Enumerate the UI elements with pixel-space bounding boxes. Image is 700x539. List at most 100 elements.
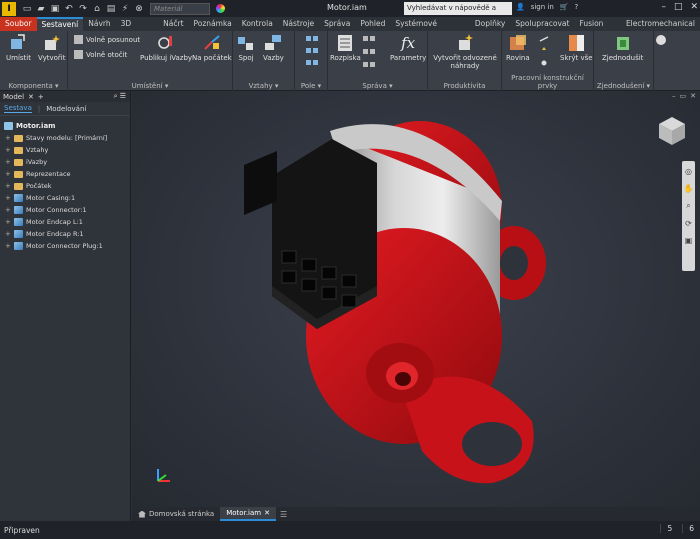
parametry-button[interactable]: fx Parametry [390, 34, 426, 62]
expand-icon[interactable]: + [5, 194, 11, 202]
help-icon[interactable]: ? [575, 3, 579, 11]
expand-icon[interactable]: + [5, 218, 11, 226]
maximize-icon[interactable]: □ [674, 2, 683, 12]
tree-root[interactable]: Motor.iam [0, 120, 130, 132]
new-file-icon[interactable]: ▭ [22, 4, 32, 14]
tree-item-motor-connector-plug[interactable]: + Motor Connector Plug:1 [0, 240, 130, 252]
help-search-input[interactable]: Vyhledávat v nápovědě a příkaz [404, 2, 512, 25]
sign-in-link[interactable]: sign in [531, 3, 554, 11]
tab-navrh[interactable]: Návrh [83, 17, 115, 31]
tab-spolupracovat[interactable]: Spolupracovat [510, 17, 574, 31]
expand-icon[interactable]: + [5, 182, 11, 190]
open-folder-icon[interactable]: ▰ [36, 4, 46, 14]
doc-tabs-menu-icon[interactable]: ☰ [280, 510, 287, 519]
pattern-icon[interactable] [305, 35, 319, 71]
tree-item-pocatek[interactable]: + Počátek [0, 180, 130, 192]
tree-item-vztahy[interactable]: + Vztahy [0, 144, 130, 156]
motor-assembly-model[interactable] [132, 91, 700, 507]
panel-search-icon[interactable]: ⌕ ☰ [114, 92, 126, 101]
expand-icon[interactable]: + [5, 158, 11, 166]
tab-3d-model[interactable]: 3D model [116, 17, 159, 42]
save-icon[interactable]: ▣ [50, 4, 60, 14]
tab-sprava[interactable]: Správa [319, 17, 355, 31]
tab-sestaveni[interactable]: Sestavení [36, 17, 84, 31]
viewcube[interactable] [656, 115, 688, 147]
material-dropdown[interactable]: Materiál [150, 2, 210, 15]
close-circle-icon[interactable]: ⊗ [134, 4, 144, 14]
work-feature-small-icons[interactable] [538, 35, 550, 71]
look-at-icon[interactable]: ▣ [685, 236, 693, 245]
expand-icon[interactable]: + [5, 170, 11, 178]
expand-icon[interactable]: + [5, 230, 11, 238]
tab-nastroje[interactable]: Nástroje [278, 17, 319, 31]
tab-modelovani[interactable]: Modelování [46, 105, 86, 113]
tab-electromechanical[interactable]: Electromechanical [621, 17, 700, 31]
group-label[interactable]: Komponenta ▾ [0, 82, 67, 90]
folder-icon [14, 182, 23, 190]
tab-systemove-prostredi[interactable]: Systémové prostředí [390, 17, 470, 42]
na-pocatek-button[interactable]: Na počátek [192, 34, 232, 62]
group-label[interactable]: Vztahy ▾ [233, 82, 294, 90]
rovina-button[interactable]: Rovina [506, 34, 530, 62]
tab-poznamka[interactable]: Poznámka [189, 17, 237, 31]
home-icon[interactable]: ⌂ [92, 4, 102, 14]
tree-item-stavy-modelu[interactable]: + Stavy modelu: [Primární] [0, 132, 130, 144]
expand-icon[interactable]: + [5, 134, 11, 142]
tree-item-motor-endcap-r[interactable]: + Motor Endcap R:1 [0, 228, 130, 240]
ribbon-options-icon[interactable] [656, 35, 666, 45]
manage-small-icons[interactable] [362, 35, 376, 69]
tab-fusion-360[interactable]: Fusion 360 [574, 17, 621, 42]
select-icon[interactable]: ▤ [106, 4, 116, 14]
panel-close-icon[interactable]: ✕ [28, 93, 34, 101]
group-sprava: Rozpiska fx Parametry Správa ▾ [328, 31, 428, 91]
panel-add-icon[interactable]: + [38, 93, 44, 101]
cart-icon[interactable]: 🛒 [560, 3, 569, 11]
publikuj-ivazby-button[interactable]: Publikuj iVazby [140, 34, 192, 62]
user-icon[interactable]: 👤 [516, 3, 525, 11]
tree-item-motor-casing[interactable]: + Motor Casing:1 [0, 192, 130, 204]
group-label[interactable]: Zjednodušení ▾ [594, 82, 653, 90]
tab-nacrt[interactable]: Náčrt [158, 17, 188, 31]
group-label[interactable]: Správa ▾ [328, 82, 427, 90]
tree-item-ivazby[interactable]: + iVazby [0, 156, 130, 168]
doc-tab-close-icon[interactable]: ✕ [264, 509, 270, 517]
update-icon[interactable]: ⚡ [120, 4, 130, 14]
zoom-icon[interactable]: ⌕ [686, 201, 690, 211]
tree-item-motor-connector[interactable]: + Motor Connector:1 [0, 204, 130, 216]
doc-tab-motor[interactable]: Motor.iam ✕ [220, 507, 276, 521]
graphics-viewport[interactable]: – ▭ ✕ ◎ ✋ ⌕ ⟳ ▣ [132, 91, 700, 507]
tree-item-motor-endcap-l[interactable]: + Motor Endcap L:1 [0, 216, 130, 228]
group-label[interactable]: Pole ▾ [295, 82, 327, 90]
vytvorit-button[interactable]: Vytvořit [38, 34, 65, 62]
group-label[interactable]: Umístění ▾ [68, 82, 232, 90]
redo-icon[interactable]: ↷ [78, 4, 88, 14]
minimize-icon[interactable]: – [661, 2, 666, 12]
pan-icon[interactable]: ✋ [684, 184, 694, 193]
folder-icon [14, 134, 23, 142]
vazby-button[interactable]: Vazby [263, 34, 284, 62]
rozpiska-button[interactable]: Rozpiska [330, 34, 361, 62]
close-icon[interactable]: ✕ [690, 2, 698, 12]
tab-doplnky[interactable]: Doplňky [470, 17, 510, 31]
volne-otocit-button[interactable]: Volně otočit [74, 50, 127, 59]
orbit-icon[interactable]: ⟳ [685, 219, 692, 228]
tab-kontrola[interactable]: Kontrola [237, 17, 278, 31]
tree-item-reprezentace[interactable]: + Reprezentace [0, 168, 130, 180]
undo-icon[interactable]: ↶ [64, 4, 74, 14]
expand-icon[interactable]: + [5, 206, 11, 214]
doc-tab-home[interactable]: Domovská stránka [132, 507, 220, 521]
tab-pohled[interactable]: Pohled [355, 17, 390, 31]
spoj-button[interactable]: Spoj [236, 34, 256, 62]
tab-sestava[interactable]: Sestava [4, 104, 32, 113]
volne-posunout-button[interactable]: Volně posunout [74, 35, 140, 44]
appearance-icon[interactable] [216, 4, 225, 13]
steering-wheel-icon[interactable]: ◎ [685, 167, 692, 176]
zjednodusit-button[interactable]: Zjednodušit [602, 34, 643, 62]
app-logo[interactable]: I [2, 1, 16, 16]
tab-soubor[interactable]: Soubor [0, 17, 37, 31]
expand-icon[interactable]: + [5, 242, 11, 250]
umistit-button[interactable]: Umístit [6, 34, 31, 62]
vytvorit-odvozene-button[interactable]: Vytvořit odvozené náhrady [432, 34, 498, 70]
skryt-vse-button[interactable]: Skrýt vše [560, 34, 593, 62]
expand-icon[interactable]: + [5, 146, 11, 154]
